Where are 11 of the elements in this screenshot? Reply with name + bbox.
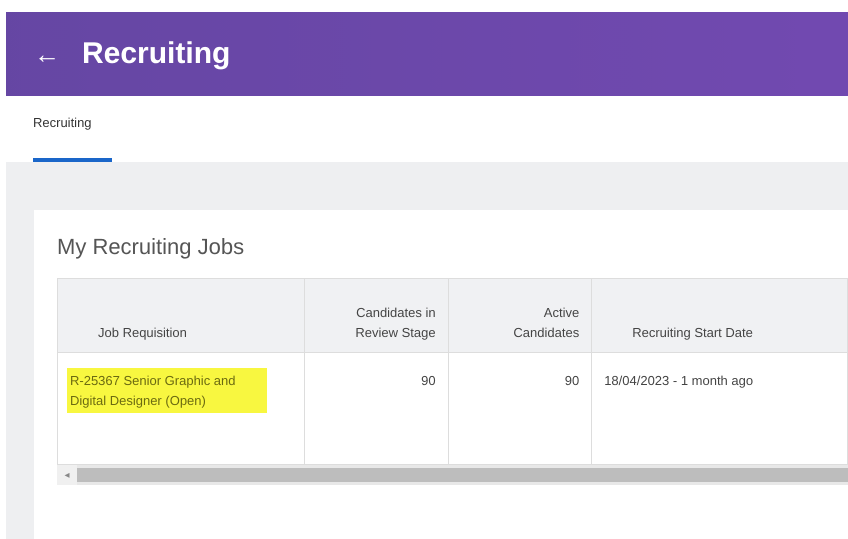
page-title: Recruiting xyxy=(82,36,230,72)
column-header: Job Requisition xyxy=(58,278,304,353)
column-header: Recruiting Start Date xyxy=(592,278,848,353)
column-header: Candidates in Review Stage xyxy=(304,278,448,353)
card-title: My Recruiting Jobs xyxy=(57,234,246,260)
scrollbar-thumb[interactable] xyxy=(77,468,848,482)
horizontal-scrollbar[interactable]: ◂ xyxy=(57,465,848,486)
back-button[interactable]: ← xyxy=(34,41,60,67)
job-requisition-link[interactable]: R-25367 Senior Graphic and Digital Designer (Open) xyxy=(70,371,264,410)
scroll-left-button[interactable]: ◂ xyxy=(57,465,77,486)
column-header: Active Candidates xyxy=(448,278,592,353)
